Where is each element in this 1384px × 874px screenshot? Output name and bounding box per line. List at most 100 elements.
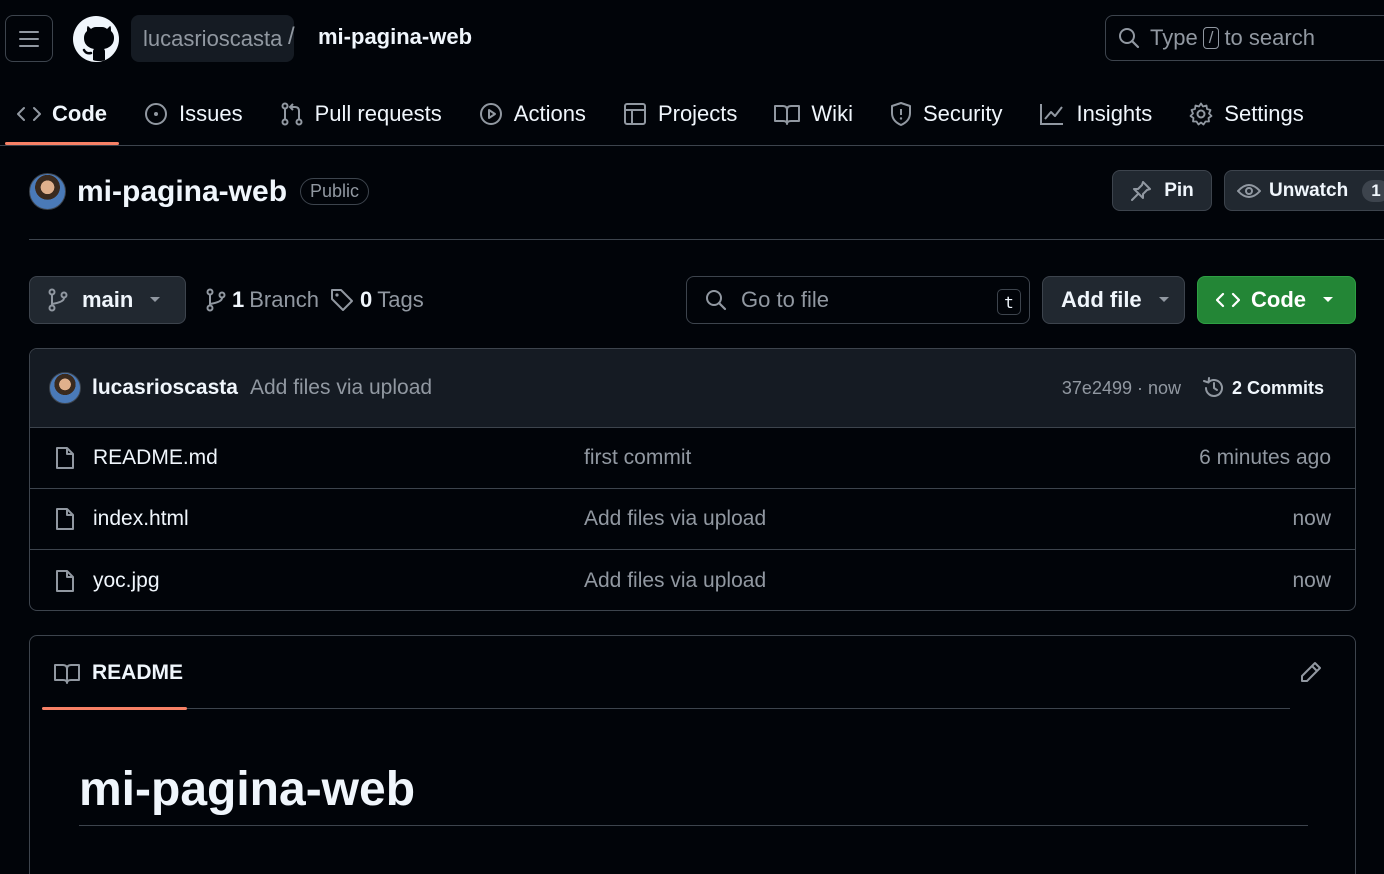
file-icon xyxy=(55,569,75,593)
eye-icon xyxy=(1237,182,1261,200)
branch-selector-button[interactable]: main xyxy=(29,276,186,324)
tags-count: 0 xyxy=(360,287,373,312)
readme-tab[interactable]: README xyxy=(42,636,187,710)
edit-readme-button[interactable] xyxy=(1299,660,1323,684)
code-icon xyxy=(17,105,41,123)
shield-icon xyxy=(890,102,912,126)
unwatch-button[interactable]: Unwatch 1 xyxy=(1224,170,1384,211)
readme-header: README xyxy=(42,636,1290,710)
commit-author[interactable]: lucasrioscasta xyxy=(92,376,238,400)
owner-avatar[interactable] xyxy=(29,173,66,210)
tab-label: Security xyxy=(922,101,1003,126)
commits-history-link[interactable]: 2 Commits xyxy=(1202,376,1324,400)
file-icon xyxy=(55,507,75,531)
table-row[interactable]: index.html Add files via upload now xyxy=(30,489,1355,550)
branches-count: 1 xyxy=(232,287,245,312)
tab-issues[interactable]: Issues xyxy=(132,84,255,144)
readme-heading: mi-pagina-web xyxy=(79,762,1308,826)
tab-insights[interactable]: Insights xyxy=(1027,84,1164,144)
go-to-file-input[interactable]: Go to file t xyxy=(686,276,1030,324)
hamburger-icon xyxy=(19,30,39,48)
repo-header: lucasrioscasta / mi-pagina-web Type / to… xyxy=(0,0,1384,146)
table-row[interactable]: README.md first commit 6 minutes ago xyxy=(30,428,1355,489)
file-icon xyxy=(55,446,75,470)
file-table: lucasrioscasta Add files via upload 37e2… xyxy=(29,348,1356,611)
readme-panel: README mi-pagina-web xyxy=(29,635,1356,874)
chevron-down-icon xyxy=(149,296,161,304)
tab-code[interactable]: Code xyxy=(5,84,119,145)
file-commit-time: 6 minutes ago xyxy=(1199,446,1331,469)
git-pull-request-icon xyxy=(280,102,304,126)
tab-label: Pull requests xyxy=(314,101,442,126)
table-icon xyxy=(623,102,647,126)
tab-label: Projects xyxy=(657,101,738,126)
tab-projects[interactable]: Projects xyxy=(611,84,749,144)
search-icon xyxy=(705,289,727,311)
file-name-link[interactable]: yoc.jpg xyxy=(93,569,160,593)
file-commit-time: now xyxy=(1292,568,1331,592)
file-commit-message[interactable]: Add files via upload xyxy=(584,569,766,593)
add-file-button[interactable]: Add file xyxy=(1042,276,1185,324)
commits-label: 2 Commits xyxy=(1231,377,1324,398)
code-button-label: Code xyxy=(1251,287,1306,312)
tab-label: Insights xyxy=(1076,101,1153,126)
file-commit-message[interactable]: Add files via upload xyxy=(584,507,766,531)
gear-icon xyxy=(1189,102,1213,126)
tab-settings[interactable]: Settings xyxy=(1177,84,1316,144)
repo-nav-tabs: Code Issues Pull requests Actions Projec… xyxy=(5,84,1329,146)
book-icon xyxy=(774,103,801,125)
latest-commit-row: lucasrioscasta Add files via upload 37e2… xyxy=(30,349,1355,428)
graph-icon xyxy=(1039,102,1065,126)
branches-label: Branch xyxy=(249,287,319,312)
code-icon xyxy=(1216,291,1240,309)
search-input[interactable]: Type / to search xyxy=(1105,15,1384,61)
search-shortcut-key: / xyxy=(1202,27,1220,49)
search-placeholder-prefix: Type xyxy=(1150,25,1198,50)
pin-label: Pin xyxy=(1164,179,1194,201)
tab-actions[interactable]: Actions xyxy=(467,84,598,144)
file-commit-message[interactable]: first commit xyxy=(584,446,691,470)
watch-count-badge: 1 xyxy=(1362,179,1384,202)
commit-author-avatar[interactable] xyxy=(49,372,81,404)
visibility-badge: Public xyxy=(300,178,370,205)
tab-label: Settings xyxy=(1224,101,1304,126)
commit-message[interactable]: Add files via upload xyxy=(250,376,432,400)
tab-label: Actions xyxy=(513,101,586,126)
file-commit-time: now xyxy=(1292,507,1331,530)
unwatch-label: Unwatch xyxy=(1269,179,1349,201)
owner-breadcrumb-link[interactable]: lucasrioscasta xyxy=(131,15,295,62)
history-icon xyxy=(1202,376,1226,400)
chevron-down-icon xyxy=(1158,296,1170,304)
git-branch-icon xyxy=(206,288,226,312)
readme-tab-label: README xyxy=(92,660,184,684)
pencil-icon xyxy=(1299,660,1323,684)
go-to-file-shortcut: t xyxy=(997,289,1021,315)
pin-button[interactable]: Pin xyxy=(1112,170,1212,211)
add-file-label: Add file xyxy=(1061,287,1142,312)
code-dropdown-button[interactable]: Code xyxy=(1197,276,1356,324)
tab-wiki[interactable]: Wiki xyxy=(762,84,865,144)
file-name-link[interactable]: index.html xyxy=(93,507,189,531)
tags-link[interactable]: 0 Tags xyxy=(330,287,424,313)
git-branch-icon xyxy=(48,288,68,312)
search-placeholder-suffix: to search xyxy=(1224,25,1315,50)
chevron-down-icon xyxy=(1322,296,1334,304)
tags-label: Tags xyxy=(377,287,424,312)
tab-security[interactable]: Security xyxy=(878,84,1014,144)
breadcrumb-separator: / xyxy=(288,23,295,50)
issue-icon xyxy=(144,102,168,126)
tag-icon xyxy=(330,288,354,312)
search-icon xyxy=(1118,27,1140,49)
branches-link[interactable]: 1 Branch xyxy=(206,287,319,313)
tab-pull-requests[interactable]: Pull requests xyxy=(268,84,454,144)
file-name-link[interactable]: README.md xyxy=(93,446,218,470)
commit-hash-time[interactable]: 37e2499 · now xyxy=(1062,378,1181,399)
pin-icon xyxy=(1130,180,1152,202)
table-row[interactable]: yoc.jpg Add files via upload now xyxy=(30,550,1355,610)
tab-label: Issues xyxy=(179,101,243,126)
book-icon xyxy=(54,662,80,684)
repo-breadcrumb-link[interactable]: mi-pagina-web xyxy=(318,24,472,50)
go-to-file-placeholder: Go to file xyxy=(741,287,830,312)
hamburger-menu-button[interactable] xyxy=(5,15,53,62)
github-logo-icon[interactable] xyxy=(72,15,120,63)
